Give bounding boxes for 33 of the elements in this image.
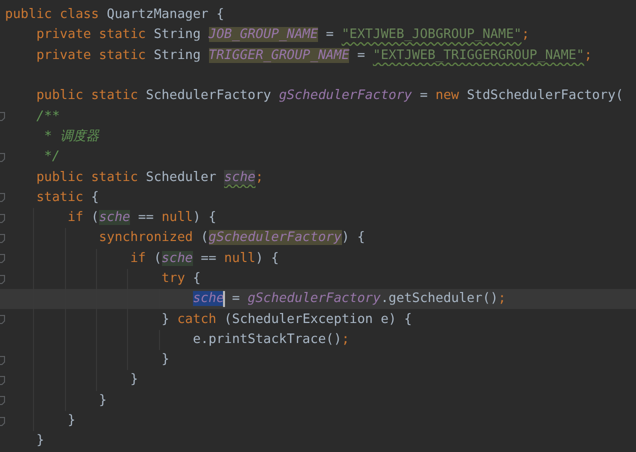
fold-icon[interactable] [0,416,5,426]
fold-icon[interactable] [0,274,5,284]
code-line: synchronized (gSchedulerFactory) { [98,229,366,248]
code-line: } [160,351,170,370]
code-line: } [35,432,44,450]
fold-icon[interactable] [0,315,5,324]
code-line: private static String JOB_GROUP_NAME = "EXTJWEB_JOBGROUP_NAME"; [35,26,530,44]
code-line: } [66,412,76,430]
code-line: public static Scheduler sche; [35,168,264,187]
code-line: public class QuartzManager { [5,6,224,24]
fold-icon[interactable] [0,214,5,223]
code-line: } catch (SchedulerException e) { [160,310,412,329]
code-line: } [98,392,107,410]
code-line: * 调度器 [43,128,99,146]
code-line: static { [35,188,99,207]
fold-icon[interactable] [0,234,5,243]
fold-icon[interactable] [0,376,5,385]
code-line: sche = gSchedulerFactory.getScheduler(); [192,290,506,309]
fold-icon[interactable] [0,152,5,162]
fold-icon[interactable] [0,356,5,365]
code-line: if (sche == null) { [66,209,216,228]
code-line: private static String TRIGGER_GROUP_NAME = "EXTJWEB_TRIGGERGROUP_NAME"; [35,46,592,65]
fold-icon[interactable] [0,254,5,264]
fold-icon[interactable] [0,193,5,202]
code-line: public static SchedulerFactory gSchedulerFactory = new StdSchedulerFactory( [35,87,624,106]
code-line: /** [35,108,60,126]
code-line: e.printStackTrace(); [192,330,350,349]
code-line: } [129,371,138,390]
code-line: if (sche == null) { [129,250,279,268]
fold-icon[interactable] [0,396,5,406]
fold-icon[interactable] [0,112,5,122]
code-line: try { [160,270,201,288]
code-line: */ [43,148,60,166]
